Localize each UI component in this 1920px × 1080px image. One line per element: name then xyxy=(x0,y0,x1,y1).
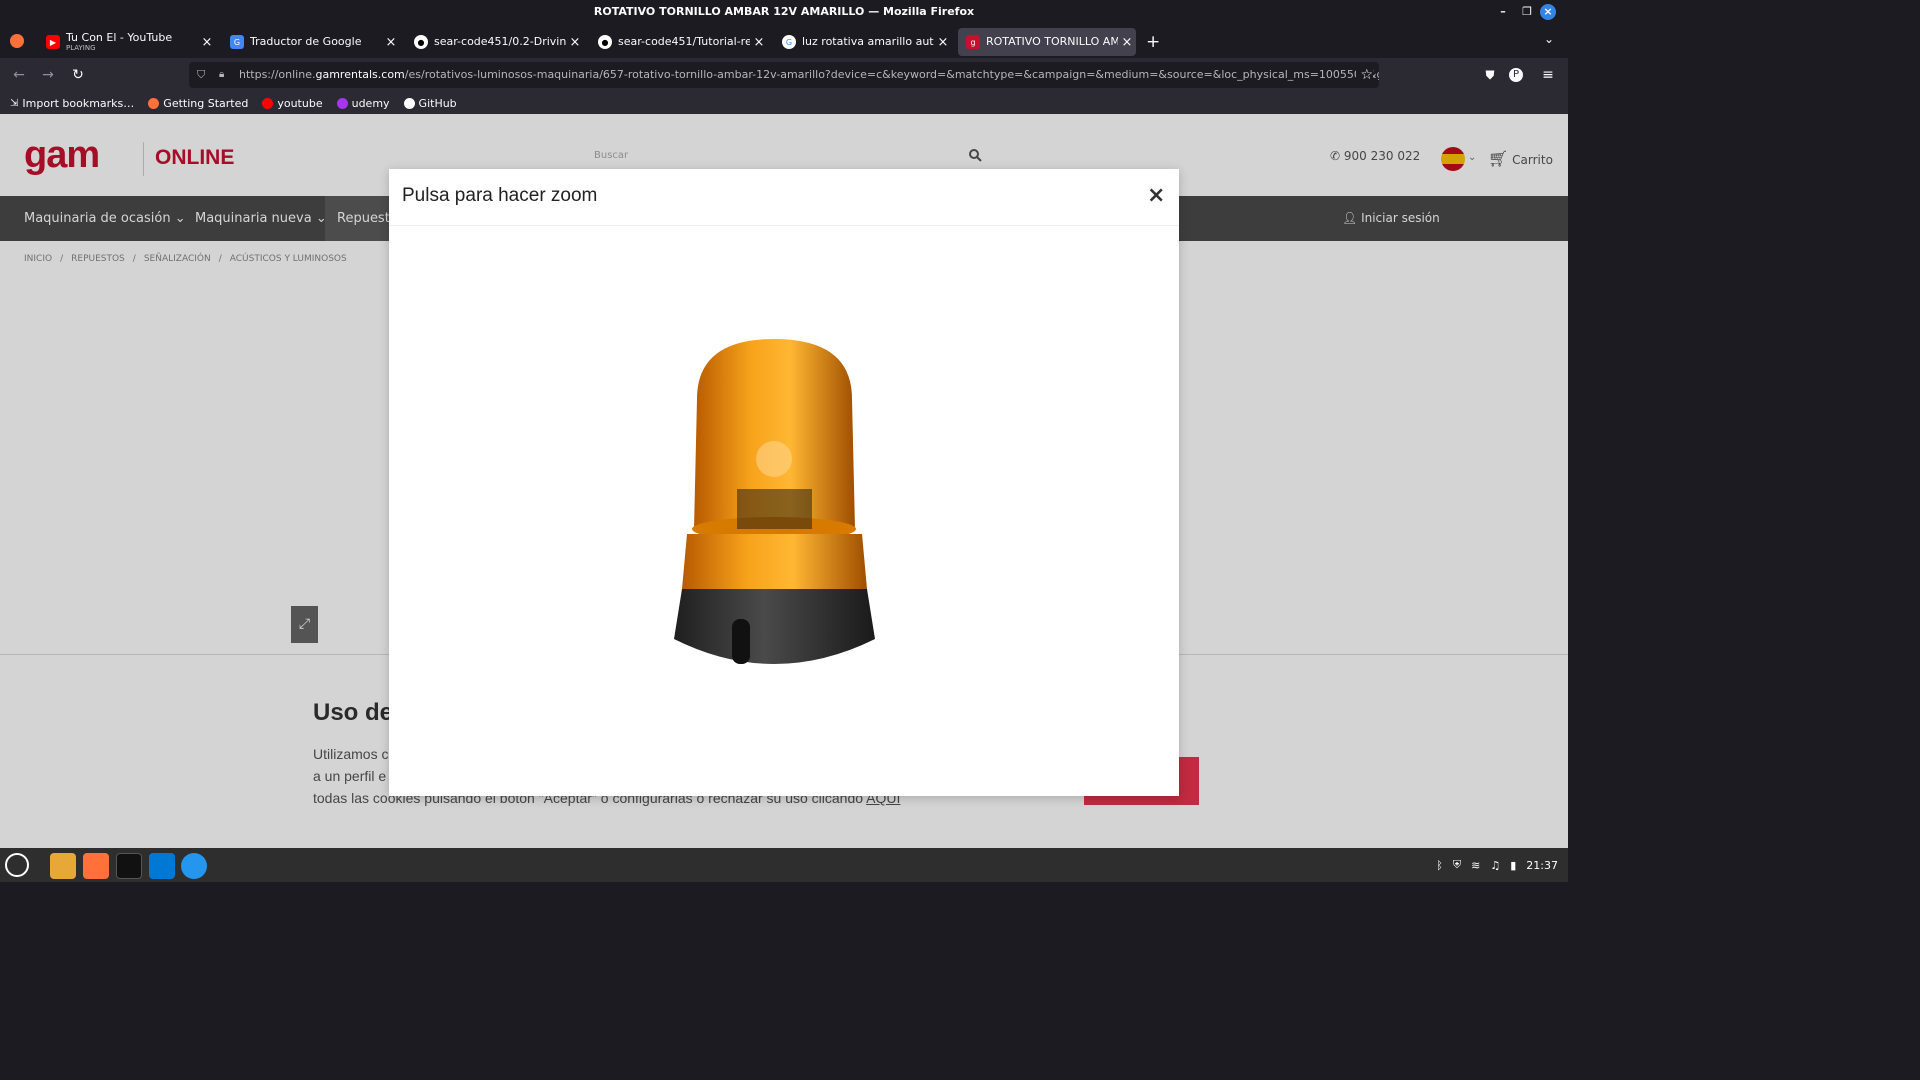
bluetooth-icon[interactable]: ᛒ xyxy=(1436,859,1443,872)
shield-icon[interactable]: ⛉ xyxy=(197,62,205,88)
bookmark-label: youtube xyxy=(277,96,323,110)
google-translate-icon: G xyxy=(230,35,244,49)
window-titlebar: ROTATIVO TORNILLO AMBAR 12V AMARILLO — M… xyxy=(0,0,1568,24)
tab-label: ROTATIVO TORNILLO AMBA xyxy=(986,36,1118,48)
firefox-icon[interactable] xyxy=(83,853,109,879)
bookmark-github[interactable]: GitHub xyxy=(403,96,457,110)
vscode-icon[interactable] xyxy=(149,853,175,879)
udemy-icon xyxy=(336,97,348,109)
wifi-icon[interactable]: ≋ xyxy=(1471,859,1480,872)
shield-icon[interactable]: ⛨ xyxy=(1453,858,1461,872)
clock[interactable]: 21:37 xyxy=(1526,859,1558,872)
files-icon[interactable] xyxy=(50,853,76,879)
url-prefix: https://online. xyxy=(239,68,316,81)
github-icon: ● xyxy=(598,35,612,49)
url-path: /es/rotativos-luminosos-maquinaria/657-r… xyxy=(404,68,1379,81)
tab-label: Tu Con El - YouTube xyxy=(66,31,173,44)
chevron-down-icon[interactable]: ⌄ xyxy=(1544,32,1554,46)
reload-icon[interactable]: ↻ xyxy=(68,65,88,85)
close-tab-icon[interactable]: × xyxy=(750,35,768,50)
forward-icon[interactable]: → xyxy=(38,65,58,85)
docker-icon[interactable] xyxy=(181,853,207,879)
github-icon xyxy=(403,97,415,109)
bookmark-star-icon[interactable]: ☆ xyxy=(1356,62,1373,88)
github-icon: ● xyxy=(414,35,428,49)
close-tab-icon[interactable]: × xyxy=(382,35,400,50)
tab-label: luz rotativa amarillo auto - E xyxy=(802,36,934,48)
close-tab-icon[interactable]: × xyxy=(566,35,584,50)
close-tab-icon[interactable]: × xyxy=(1118,35,1136,50)
close-icon[interactable]: × xyxy=(1147,183,1165,208)
bookmark-youtube[interactable]: youtube xyxy=(262,96,323,110)
google-icon: G xyxy=(782,35,796,49)
tab-active-product[interactable]: g ROTATIVO TORNILLO AMBA × xyxy=(958,28,1136,56)
url-bar[interactable]: ⛉ 🔒︎ https://online.gamrentals.com/es/ro… xyxy=(189,62,1379,88)
zoom-modal: Pulsa para hacer zoom × xyxy=(389,169,1179,796)
new-tab-icon[interactable]: + xyxy=(1146,32,1160,52)
account-icon[interactable]: P xyxy=(1509,68,1523,82)
maximize-icon[interactable]: ❐ xyxy=(1515,0,1539,24)
tab-github-2[interactable]: ● sear-code451/Tutorial-read × xyxy=(590,28,768,56)
tab-translate[interactable]: G Traductor de Google × xyxy=(222,28,400,56)
firefox-icon xyxy=(148,97,160,109)
youtube-icon xyxy=(262,97,274,109)
bookmark-label: Import bookmarks… xyxy=(22,96,135,110)
system-tray: ᛒ ⛨ ≋ ♫ ▮ 21:37 xyxy=(1436,848,1558,882)
tab-strip: ▶ Tu Con El - YouTube PLAYING × G Traduct… xyxy=(0,24,1568,58)
web-page: gam ONLINE Buscar ✆ 900 230 022 ⌄ 🛒︎ Car… xyxy=(0,114,1568,848)
gam-icon: g xyxy=(966,35,980,49)
tab-playing-label: PLAYING xyxy=(66,43,96,52)
bookmarks-toolbar: ⇲ Import bookmarks… Getting Started youtu… xyxy=(0,92,1568,114)
bookmark-import[interactable]: ⇲ Import bookmarks… xyxy=(10,97,134,110)
tab-label: sear-code451/0.2-Driving-te xyxy=(434,36,566,48)
tab-google-search[interactable]: G luz rotativa amarillo auto - E × xyxy=(774,28,952,56)
tab-label: sear-code451/Tutorial-read xyxy=(618,36,750,48)
bookmark-label: udemy xyxy=(351,96,390,110)
terminal-icon[interactable] xyxy=(116,853,142,879)
close-tab-icon[interactable]: × xyxy=(198,35,216,50)
menu-icon[interactable]: ≡ xyxy=(1538,65,1558,85)
close-tab-icon[interactable]: × xyxy=(934,35,952,50)
back-icon[interactable]: ← xyxy=(9,65,29,85)
lock-icon[interactable]: 🔒︎ xyxy=(219,62,224,88)
tab-youtube[interactable]: ▶ Tu Con El - YouTube PLAYING × xyxy=(38,28,216,56)
navigation-bar: ← → ↻ ⛉ 🔒︎ https://online.gamrentals.com… xyxy=(0,58,1568,92)
modal-title: Pulsa para hacer zoom xyxy=(402,185,598,206)
youtube-icon: ▶ xyxy=(46,35,60,49)
close-window-icon[interactable]: × xyxy=(1540,4,1556,20)
window-title: ROTATIVO TORNILLO AMBAR 12V AMARILLO — M… xyxy=(593,5,975,18)
modal-header: Pulsa para hacer zoom × xyxy=(389,169,1179,226)
taskbar: ᛒ ⛨ ≋ ♫ ▮ 21:37 xyxy=(0,848,1568,882)
bookmark-udemy[interactable]: udemy xyxy=(336,96,390,110)
battery-icon[interactable]: ▮ xyxy=(1510,859,1516,872)
tab-label: Traductor de Google xyxy=(250,36,362,48)
product-image[interactable] xyxy=(667,339,882,684)
bookmark-label: Getting Started xyxy=(163,96,249,110)
minimize-icon[interactable]: – xyxy=(1491,0,1515,24)
pocket-icon[interactable]: ⛊ xyxy=(1480,65,1500,85)
bookmark-label: GitHub xyxy=(418,96,457,110)
url-domain: gamrentals.com xyxy=(315,68,405,81)
tab-github-1[interactable]: ● sear-code451/0.2-Driving-te × xyxy=(406,28,584,56)
bookmark-getting-started[interactable]: Getting Started xyxy=(148,97,248,110)
music-icon[interactable]: ♫ xyxy=(1490,859,1500,872)
mint-menu-icon[interactable] xyxy=(5,853,29,877)
import-icon: ⇲ xyxy=(10,97,19,109)
firefox-icon[interactable] xyxy=(10,34,24,48)
